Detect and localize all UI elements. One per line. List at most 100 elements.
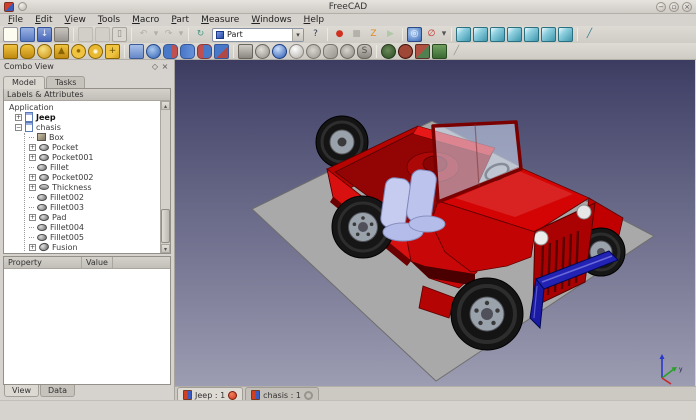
macro-stop-button[interactable]: ■ — [349, 27, 364, 42]
part-shape-builder-button[interactable] — [129, 44, 144, 59]
whats-this-button[interactable]: ? — [308, 27, 323, 42]
tree-item-pad[interactable]: +Pad — [4, 212, 160, 222]
document-tab-close-button[interactable] — [228, 391, 237, 400]
redo-menu-arrow-button[interactable]: ▾ — [177, 27, 185, 42]
part-fillet-button[interactable] — [272, 44, 287, 59]
view-top-button[interactable] — [490, 27, 505, 42]
measure-distance-button[interactable]: ╱ — [582, 27, 597, 42]
menu-edit[interactable]: Edit — [29, 15, 58, 25]
view-axonometric-button[interactable] — [456, 27, 471, 42]
scroll-up-arrow[interactable]: ▴ — [161, 101, 170, 110]
part-cylinder-button[interactable] — [20, 44, 35, 59]
tree-scrollbar[interactable]: ▴ ▾ — [160, 101, 170, 253]
tree-item-pocket002[interactable]: +Pocket002 — [4, 172, 160, 182]
tree-expander[interactable]: + — [29, 214, 36, 221]
view-bottom-button[interactable] — [541, 27, 556, 42]
part-tube-button[interactable] — [88, 44, 103, 59]
copy-button[interactable] — [95, 27, 110, 42]
part-boolean-button[interactable] — [146, 44, 161, 59]
macro-play-button[interactable]: ▶ — [383, 27, 398, 42]
macro-edit-button[interactable]: Z — [366, 27, 381, 42]
tree-expander[interactable]: + — [29, 144, 36, 151]
part-cut-button[interactable] — [163, 44, 178, 59]
tree-item-pocket001[interactable]: +Pocket001 — [4, 152, 160, 162]
view-rear-button[interactable] — [524, 27, 539, 42]
part-revolve-button[interactable] — [255, 44, 270, 59]
tree-expander[interactable]: + — [29, 244, 36, 251]
part-primitives-button[interactable]: + — [105, 44, 120, 59]
tab-data[interactable]: Data — [40, 385, 75, 397]
part-chamfer-button[interactable] — [289, 44, 304, 59]
tab-view[interactable]: View — [4, 385, 39, 397]
3d-viewport[interactable]: y x — [175, 60, 696, 386]
view-fit-all-button[interactable]: ◎ — [407, 27, 422, 42]
tree-item-application[interactable]: Application — [4, 102, 160, 112]
view-front-button[interactable] — [473, 27, 488, 42]
draw-style-button[interactable]: ∅ — [424, 27, 439, 42]
menu-macro[interactable]: Macro — [126, 15, 165, 25]
minimize-button[interactable]: − — [656, 2, 666, 12]
macro-record-button[interactable]: ● — [332, 27, 347, 42]
part-intersection-button[interactable] — [197, 44, 212, 59]
tree-expander[interactable]: + — [29, 184, 36, 191]
panel-float-button[interactable]: ◇ — [150, 62, 160, 71]
tab-tasks[interactable]: Tasks — [46, 76, 85, 88]
print-button[interactable] — [54, 27, 69, 42]
part-ruled-surface-button[interactable] — [323, 44, 338, 59]
part-offset-button[interactable] — [381, 44, 396, 59]
maximize-button[interactable]: ▫ — [669, 2, 679, 12]
part-section-tool-button[interactable] — [214, 44, 229, 59]
open-folder-button[interactable] — [20, 27, 35, 42]
document-tab-close-button[interactable] — [304, 391, 313, 400]
scroll-track[interactable] — [161, 110, 170, 244]
tree-expander[interactable]: − — [15, 124, 22, 131]
menu-view[interactable]: View — [59, 15, 92, 25]
tree-item-fillet004[interactable]: Fillet004 — [4, 222, 160, 232]
part-loft-button[interactable] — [340, 44, 355, 59]
undo-menu-arrow-button[interactable]: ▾ — [152, 27, 160, 42]
part-defeaturing-button[interactable] — [432, 44, 447, 59]
tree-item-fillet005[interactable]: Fillet005 — [4, 232, 160, 242]
tree-item-box[interactable]: Box — [4, 132, 160, 142]
cut-button[interactable] — [78, 27, 93, 42]
refresh-button[interactable]: ↻ — [193, 27, 208, 42]
new-file-button[interactable] — [3, 27, 18, 42]
menu-file[interactable]: File — [2, 15, 29, 25]
tree-item-fusion[interactable]: +Fusion — [4, 242, 160, 252]
part-extrude-button[interactable] — [238, 44, 253, 59]
paste-button[interactable]: ▯ — [112, 27, 127, 42]
tree-expander[interactable]: + — [29, 174, 36, 181]
workbench-dropdown-arrow[interactable]: ▾ — [292, 29, 303, 41]
part-cone-button[interactable]: ▲ — [54, 44, 69, 59]
view-left-button[interactable] — [558, 27, 573, 42]
part-torus-button[interactable] — [71, 44, 86, 59]
tab-model[interactable]: Model — [3, 76, 45, 89]
tree-item-pocket[interactable]: +Pocket — [4, 142, 160, 152]
part-thickness-button[interactable] — [398, 44, 413, 59]
redo-button[interactable]: ↷ — [161, 27, 176, 42]
panel-close-button[interactable]: × — [160, 62, 170, 71]
part-union-button[interactable] — [180, 44, 195, 59]
draw-style-arrow-button[interactable]: ▾ — [440, 27, 448, 42]
menu-windows[interactable]: Windows — [245, 15, 297, 25]
part-cross-sections-button[interactable] — [415, 44, 430, 59]
undo-button[interactable]: ↶ — [136, 27, 151, 42]
tree-expander[interactable]: + — [15, 114, 22, 121]
tree-expander[interactable]: + — [29, 154, 36, 161]
scroll-thumb[interactable] — [161, 209, 170, 243]
close-button[interactable]: × — [682, 2, 692, 12]
menu-measure[interactable]: Measure — [195, 15, 245, 25]
workbench-selector[interactable]: Part ▾ — [212, 28, 304, 42]
part-refine-shape-button[interactable]: ╱ — [449, 44, 464, 59]
menu-tools[interactable]: Tools — [92, 15, 126, 25]
part-sweep-button[interactable]: S — [357, 44, 372, 59]
part-box-button[interactable] — [3, 44, 18, 59]
tree-item-fillet003[interactable]: Fillet003 — [4, 202, 160, 212]
menu-part[interactable]: Part — [165, 15, 195, 25]
view-right-button[interactable] — [507, 27, 522, 42]
tree-item-chasis[interactable]: −chasis — [4, 122, 160, 132]
scroll-down-arrow[interactable]: ▾ — [161, 244, 170, 253]
tree-item-fillet002[interactable]: Fillet002 — [4, 192, 160, 202]
save-file-button[interactable]: ↓ — [37, 27, 52, 42]
tree-item-jeep[interactable]: +Jeep — [4, 112, 160, 122]
